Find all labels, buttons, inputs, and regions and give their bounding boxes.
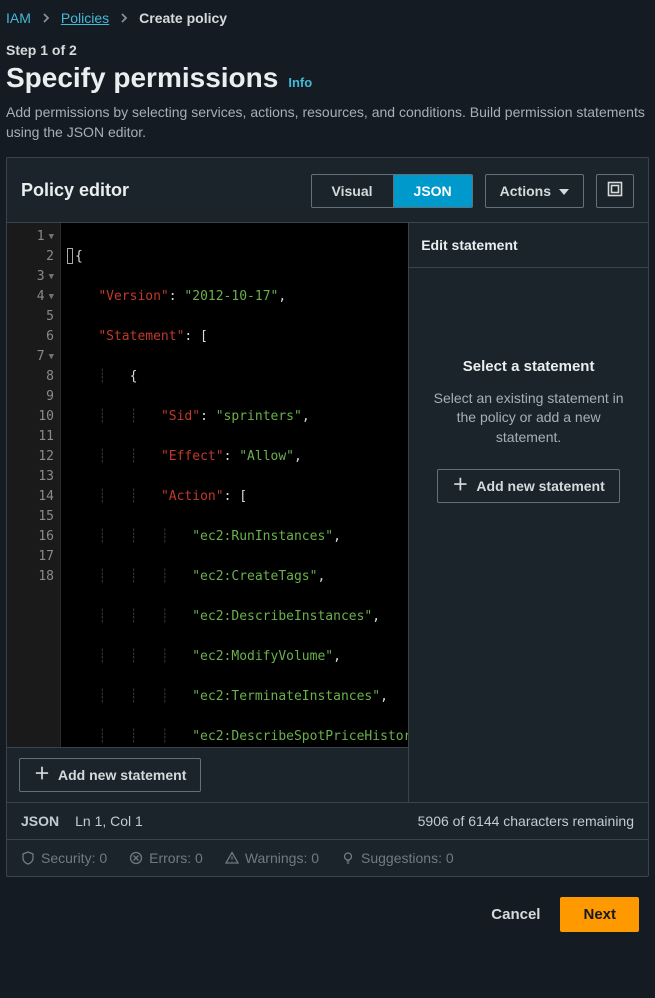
- status-mode: JSON: [21, 813, 59, 829]
- add-statement-button[interactable]: ＋ Add new statement: [19, 758, 201, 792]
- shield-icon: [21, 851, 35, 865]
- chevron-right-icon: [41, 10, 51, 26]
- line-gutter: 1▼ 2 3▼ 4▼ 5 6 7▼ 8 9 10 11 12 13 14: [7, 223, 61, 747]
- status-errors: Errors: 0: [149, 850, 203, 866]
- actions-label: Actions: [500, 183, 551, 199]
- side-add-statement-label: Add new statement: [476, 478, 604, 494]
- code-panel: 1▼ 2 3▼ 4▼ 5 6 7▼ 8 9 10 11 12 13 14: [7, 223, 409, 802]
- chevron-right-icon: [119, 10, 129, 26]
- status-bar-position: JSON Ln 1, Col 1 5906 of 6144 characters…: [7, 802, 648, 839]
- wizard-footer: Cancel Next: [6, 877, 649, 932]
- status-cursor: Ln 1, Col 1: [75, 813, 143, 829]
- side-add-statement-button[interactable]: ＋ Add new statement: [437, 469, 619, 503]
- status-remaining: 5906 of 6144 characters remaining: [418, 813, 634, 829]
- edit-statement-panel: Edit statement Select a statement Select…: [409, 223, 648, 802]
- plus-icon: ＋: [452, 478, 468, 494]
- code-editor[interactable]: { "Version": "2012-10-17", "Statement": …: [61, 223, 408, 747]
- actions-dropdown[interactable]: Actions: [485, 174, 584, 208]
- fullscreen-button[interactable]: [596, 174, 634, 208]
- editor-title: Policy editor: [21, 180, 129, 201]
- breadcrumb-policies[interactable]: Policies: [61, 10, 109, 26]
- warning-icon: [225, 851, 239, 865]
- policy-editor-card: Policy editor Visual JSON Actions: [6, 157, 649, 877]
- cancel-button[interactable]: Cancel: [485, 898, 546, 931]
- select-statement-desc: Select an existing statement in the poli…: [429, 389, 628, 448]
- plus-icon: ＋: [34, 767, 50, 783]
- status-warnings: Warnings: 0: [245, 850, 319, 866]
- status-security: Security: 0: [41, 850, 107, 866]
- page-title: Specify permissions: [6, 62, 278, 94]
- select-statement-title: Select a statement: [463, 358, 595, 375]
- fullscreen-icon: [607, 181, 623, 200]
- step-indicator: Step 1 of 2: [6, 42, 649, 58]
- breadcrumb: IAM Policies Create policy: [6, 6, 649, 36]
- page-description: Add permissions by selecting services, a…: [6, 102, 646, 143]
- breadcrumb-iam[interactable]: IAM: [6, 10, 31, 26]
- lightbulb-icon: [341, 851, 355, 865]
- editor-mode-toggle: Visual JSON: [311, 174, 473, 208]
- status-suggestions: Suggestions: 0: [361, 850, 454, 866]
- side-panel-title: Edit statement: [409, 223, 648, 268]
- chevron-down-icon: [559, 183, 569, 199]
- breadcrumb-current: Create policy: [139, 10, 227, 26]
- tab-json[interactable]: JSON: [394, 175, 472, 207]
- next-button[interactable]: Next: [560, 897, 639, 932]
- tab-visual[interactable]: Visual: [312, 175, 394, 207]
- info-link[interactable]: Info: [288, 75, 312, 90]
- add-statement-label: Add new statement: [58, 767, 186, 783]
- error-icon: [129, 851, 143, 865]
- status-bar-diagnostics: Security: 0 Errors: 0 Warnings: 0 Sugges…: [7, 839, 648, 876]
